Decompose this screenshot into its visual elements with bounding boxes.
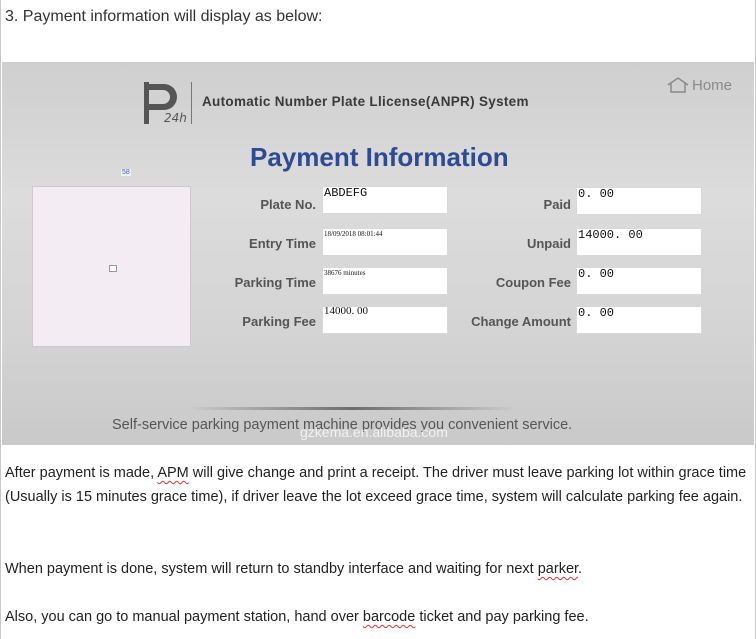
house-outline-icon: [667, 77, 689, 93]
left-border: [0, 0, 1, 639]
home-label: Home: [692, 76, 733, 94]
apm-term: APM: [157, 465, 189, 481]
coupon-fee-label: Coupon Fee: [495, 275, 571, 290]
step-heading: 3. Payment information will display as b…: [5, 8, 323, 25]
paragraph-payment-done: When payment is done, system will return…: [5, 561, 583, 577]
paid-field: 0. 00: [576, 187, 702, 215]
logo-divider: [191, 82, 192, 124]
parking-time-field: 38676 minutes: [322, 267, 448, 295]
broken-image-icon: [109, 265, 117, 272]
payment-information-title: Payment Information: [250, 142, 509, 172]
system-title: Automatic Number Plate Llicense(ANPR) Sy…: [202, 94, 529, 109]
paid-label: Paid: [543, 197, 571, 212]
entry-time-label: Entry Time: [249, 236, 316, 251]
unpaid-label: Unpaid: [526, 236, 571, 251]
home-link[interactable]: Home: [666, 76, 732, 94]
paragraph-after-payment: After payment is made, APM will give cha…: [5, 465, 747, 505]
paragraph-manual-payment: Also, you can go to manual payment stati…: [5, 609, 589, 625]
change-amount-label: Change Amount: [471, 314, 571, 329]
parking-time-label: Parking Time: [234, 275, 316, 290]
photo-badge: 58: [121, 169, 131, 176]
parker-term: parker: [537, 561, 579, 577]
parking-fee-label: Parking Fee: [242, 314, 316, 329]
plate-no-label: Plate No.: [260, 197, 316, 212]
plate-no-field: ABDEFG: [322, 186, 448, 214]
p24h-logo: 24h: [144, 82, 187, 125]
unpaid-field: 14000. 00: [576, 228, 702, 256]
barcode-term: barcode: [362, 609, 416, 625]
coupon-fee-field: 0. 00: [576, 267, 702, 295]
watermark: gzkema.en.alibaba.com: [300, 424, 448, 440]
payment-screenshot-panel: 24h Automatic Number Plate Llicense(ANPR…: [2, 62, 754, 445]
change-amount-field: 0. 00: [576, 306, 702, 334]
svg-text:24h: 24h: [164, 111, 187, 125]
footer-divider: [187, 407, 517, 410]
entry-time-field: 18/09/2018 08:01:44: [322, 228, 448, 256]
plate-photo: [32, 186, 191, 347]
parking-fee-field: 14000. 00: [322, 305, 448, 334]
